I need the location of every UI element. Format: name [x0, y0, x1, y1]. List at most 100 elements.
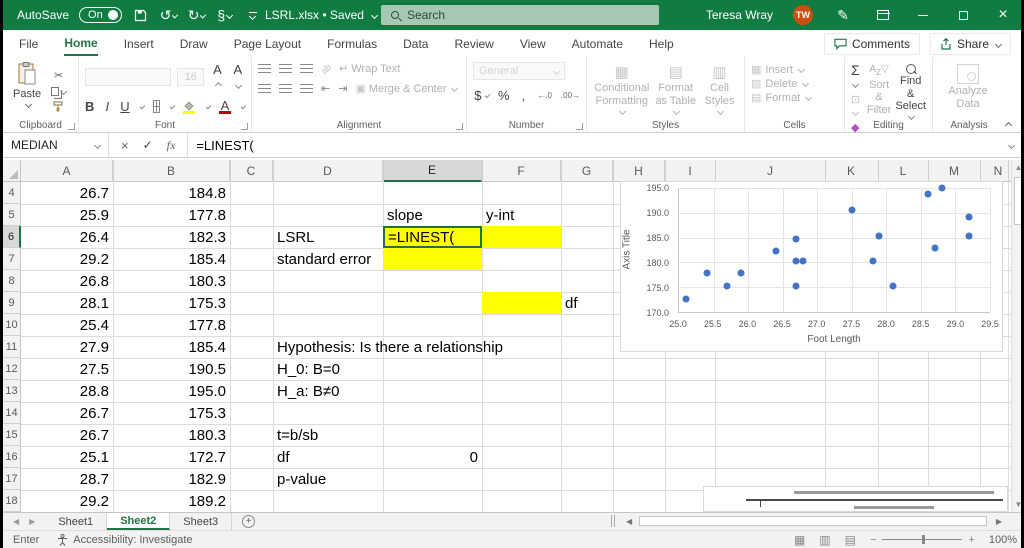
cell-B12[interactable]: 190.5	[113, 358, 230, 380]
underline-button[interactable]: U	[120, 99, 129, 114]
column-header-F[interactable]: F	[482, 160, 561, 182]
autosum-icon[interactable]: Σ	[851, 62, 863, 90]
search-input[interactable]: Search	[381, 5, 659, 25]
bold-button[interactable]: B	[85, 99, 94, 114]
cell-D17[interactable]: p-value	[273, 468, 330, 490]
zoom-thumb[interactable]	[922, 535, 926, 544]
cell-G9[interactable]: df	[561, 292, 582, 314]
vertical-scroll-thumb[interactable]	[1014, 177, 1021, 225]
autosave-toggle[interactable]: On	[79, 7, 122, 23]
row-header-6[interactable]: 6	[3, 226, 21, 248]
cell-E5[interactable]: slope	[383, 204, 427, 226]
document-title[interactable]: LSRL.xlsx • Saved	[265, 0, 378, 30]
cell-D6[interactable]: LSRL	[273, 226, 319, 248]
avatar[interactable]: TW	[793, 5, 813, 25]
cell-B6[interactable]: 182.3	[113, 226, 230, 248]
percent-style-icon[interactable]: %	[498, 88, 510, 103]
cut-icon[interactable]: ✂	[51, 69, 66, 82]
column-header-J[interactable]: J	[755, 160, 785, 182]
decrease-indent-icon[interactable]: ⇤	[321, 82, 330, 95]
horizontal-scrollbar[interactable]: ◀ ▶	[623, 514, 1005, 528]
column-header-L[interactable]: L	[888, 160, 918, 182]
cell-B15[interactable]: 180.3	[113, 424, 230, 446]
name-box[interactable]: MEDIAN	[3, 133, 109, 157]
row-header-17[interactable]: 17	[3, 468, 21, 490]
page-layout-view-icon[interactable]: ▥	[819, 533, 830, 547]
cancel-icon[interactable]: ×	[121, 138, 129, 153]
increase-indent-icon[interactable]: ⇥	[338, 82, 347, 95]
fill-color-icon[interactable]	[183, 98, 196, 114]
number-dialog-launcher[interactable]	[576, 123, 583, 130]
sheet-nav-arrows[interactable]: ◀ ▶	[3, 513, 45, 530]
copy-icon[interactable]	[51, 86, 68, 96]
select-all-corner[interactable]	[3, 160, 21, 182]
cell-B8[interactable]: 180.3	[113, 270, 230, 292]
undo-button[interactable]: ↺	[160, 6, 179, 24]
cell-A10[interactable]: 25.4	[21, 314, 113, 336]
column-header-G[interactable]: G	[561, 160, 613, 182]
font-color-icon[interactable]: A	[219, 98, 231, 114]
ribbon-display-options-icon[interactable]	[873, 5, 893, 25]
row-header-7[interactable]: 7	[3, 248, 21, 270]
cell-A7[interactable]: 29.2	[21, 248, 113, 270]
cell-A12[interactable]: 27.5	[21, 358, 113, 380]
cell-A4[interactable]: 26.7	[21, 182, 113, 204]
ribbon-tab-insert[interactable]: Insert	[124, 33, 154, 55]
column-header-I[interactable]: I	[675, 160, 705, 182]
align-bottom-icon[interactable]	[300, 64, 313, 73]
borders-icon[interactable]	[152, 99, 161, 113]
find-select-button[interactable]: Find & Select	[895, 62, 926, 120]
partial-chart[interactable]	[703, 486, 1008, 512]
column-header-M[interactable]: M	[939, 160, 969, 182]
cell-B16[interactable]: 172.7	[113, 446, 230, 468]
highlighted-cell-F6[interactable]	[482, 226, 561, 248]
orientation-icon[interactable]: ab	[319, 61, 333, 75]
ribbon-tab-data[interactable]: Data	[403, 33, 428, 55]
row-header-4[interactable]: 4	[3, 182, 21, 204]
zoom-slider[interactable]: − +	[870, 534, 975, 546]
cell-B4[interactable]: 184.8	[113, 182, 230, 204]
alignment-dialog-launcher[interactable]	[456, 123, 463, 130]
ribbon-tab-home[interactable]: Home	[64, 32, 98, 56]
cell-F5[interactable]: y-int	[482, 204, 518, 226]
row-header-11[interactable]: 11	[3, 336, 21, 358]
ribbon-tab-draw[interactable]: Draw	[180, 33, 208, 55]
cell-D12[interactable]: H_0: B=0	[273, 358, 344, 380]
cell-B17[interactable]: 182.9	[113, 468, 230, 490]
row-header-16[interactable]: 16	[3, 446, 21, 468]
cell-A9[interactable]: 28.1	[21, 292, 113, 314]
cell-A11[interactable]: 27.9	[21, 336, 113, 358]
restore-button[interactable]	[953, 5, 973, 25]
column-header-N[interactable]: N	[983, 160, 1011, 182]
format-painter-icon[interactable]	[51, 101, 66, 112]
ribbon-tab-formulas[interactable]: Formulas	[327, 33, 377, 55]
customize-quick-access-icon[interactable]	[244, 6, 262, 24]
ribbon-tab-view[interactable]: View	[520, 33, 546, 55]
column-header-A[interactable]: A	[21, 160, 113, 182]
ribbon-tab-file[interactable]: File	[19, 33, 38, 55]
zoom-in-icon[interactable]: +	[968, 534, 974, 546]
cell-E16[interactable]: 0	[383, 446, 482, 468]
insert-function-icon[interactable]: fx	[167, 138, 176, 153]
user-name[interactable]: Teresa Wray	[706, 8, 773, 22]
cell-B18[interactable]: 189.2	[113, 490, 230, 512]
cell-A13[interactable]: 28.8	[21, 380, 113, 402]
cell-A16[interactable]: 25.1	[21, 446, 113, 468]
sheet-tab-sheet3[interactable]: Sheet3	[170, 513, 233, 530]
spreadsheet-grid[interactable]: A B C D E F G H I J K L M N 4 26.7 184.8 5 25.9 177.8 slope y…	[3, 160, 1011, 512]
column-header-K[interactable]: K	[836, 160, 866, 182]
row-header-8[interactable]: 8	[3, 270, 21, 292]
cell-A18[interactable]: 29.2	[21, 490, 113, 512]
clipboard-dialog-launcher[interactable]	[68, 123, 75, 130]
zoom-level[interactable]: 100%	[989, 534, 1017, 546]
cell-B14[interactable]: 175.3	[113, 402, 230, 424]
redo-button[interactable]: ↻	[188, 6, 207, 24]
active-cell-E6[interactable]: =LINEST(	[383, 226, 482, 248]
page-break-view-icon[interactable]: ▤	[845, 533, 856, 547]
italic-button[interactable]: I	[103, 99, 111, 114]
enter-icon[interactable]: ✓	[143, 138, 153, 152]
paste-button[interactable]: Paste	[9, 62, 45, 118]
font-dialog-launcher[interactable]	[241, 123, 248, 130]
cell-D16[interactable]: df	[273, 446, 294, 468]
cell-D13[interactable]: H_a: B≠0	[273, 380, 343, 402]
